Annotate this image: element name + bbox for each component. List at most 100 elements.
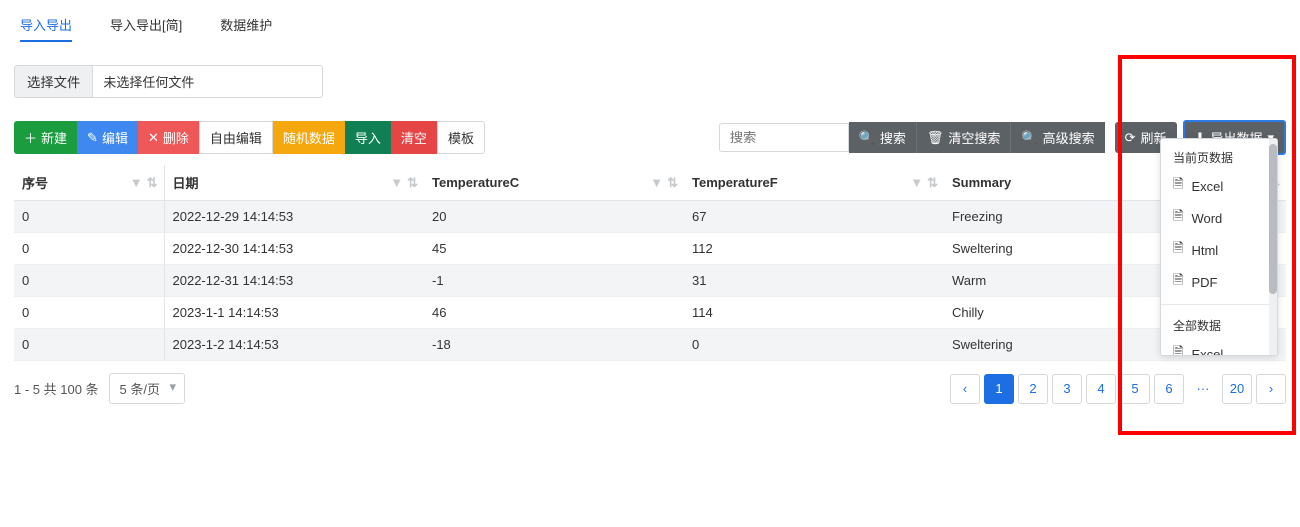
cell-seq: 0 xyxy=(14,201,164,233)
random-data-button[interactable]: 随机数据 xyxy=(273,121,345,154)
pager-page-last[interactable]: 20 xyxy=(1222,374,1252,404)
refresh-icon: ⟳ xyxy=(1125,130,1136,146)
clear-button[interactable]: 清空 xyxy=(391,121,437,154)
dd-label: Word xyxy=(1191,211,1222,226)
cell-tf: 67 xyxy=(684,201,944,233)
cell-seq: 0 xyxy=(14,297,164,329)
page-size-select[interactable]: 5 条/页 xyxy=(109,373,185,404)
file-name-display: 未选择任何文件 xyxy=(93,65,323,98)
file-icon: 🗎 xyxy=(1173,207,1183,229)
cell-tf: 112 xyxy=(684,233,944,265)
new-button[interactable]: ＋ 新建 xyxy=(14,121,77,154)
pager-next[interactable]: › xyxy=(1256,374,1286,404)
dd-label: Html xyxy=(1191,243,1218,258)
col-date-label: 日期 xyxy=(173,176,199,191)
filter-icon[interactable]: ▼ xyxy=(390,175,403,191)
cell-date: 2022-12-31 14:14:53 xyxy=(164,265,424,297)
pager-page[interactable]: 4 xyxy=(1086,374,1116,404)
cell-seq: 0 xyxy=(14,233,164,265)
cell-tf: 31 xyxy=(684,265,944,297)
advanced-search-label: 高级搜索 xyxy=(1043,128,1095,147)
edit-button-label: 编辑 xyxy=(102,128,128,147)
free-edit-button[interactable]: 自由编辑 xyxy=(199,121,273,154)
tab-import-export[interactable]: 导入导出 xyxy=(20,15,72,40)
filter-icon[interactable]: ▼ xyxy=(130,175,143,191)
export-current-word[interactable]: 🗎 Word xyxy=(1161,202,1277,234)
edit-button[interactable]: ✎ 编辑 xyxy=(77,121,138,154)
dd-label: Excel xyxy=(1191,179,1223,194)
col-tf[interactable]: TemperatureF ▼⇅ xyxy=(684,165,944,201)
table-row[interactable]: 0 2023-1-1 14:14:53 46 114 Chilly xyxy=(14,297,1286,329)
col-seq[interactable]: 序号 ▼⇅ xyxy=(14,165,164,201)
filter-icon[interactable]: ▼ xyxy=(650,175,663,191)
pager-page[interactable]: 2 xyxy=(1018,374,1048,404)
delete-button[interactable]: ✕ 删除 xyxy=(138,121,199,154)
tab-bar: 导入导出 导入导出[简] 数据维护 xyxy=(14,10,1286,51)
table-row[interactable]: 0 2022-12-29 14:14:53 20 67 Freezing xyxy=(14,201,1286,233)
dd-scroll-thumb[interactable] xyxy=(1269,144,1277,294)
delete-button-label: 删除 xyxy=(163,128,189,147)
cell-tc: 20 xyxy=(424,201,684,233)
pager-info: 1 - 5 共 100 条 xyxy=(14,379,99,398)
export-all-excel[interactable]: 🗎 Excel xyxy=(1161,338,1277,356)
col-tc-label: TemperatureC xyxy=(432,175,519,190)
cell-seq: 0 xyxy=(14,329,164,361)
plus-icon: ＋ xyxy=(24,128,37,147)
col-summary-label: Summary xyxy=(952,175,1011,190)
cell-tc: 45 xyxy=(424,233,684,265)
chevron-right-icon: › xyxy=(1269,381,1273,396)
pager-page[interactable]: 6 xyxy=(1154,374,1184,404)
tab-data-maintain[interactable]: 数据维护 xyxy=(220,15,272,40)
pager-page[interactable]: 1 xyxy=(984,374,1014,404)
trash-icon: 🗑 xyxy=(927,130,944,146)
cell-date: 2023-1-2 14:14:53 xyxy=(164,329,424,361)
col-tf-label: TemperatureF xyxy=(692,175,778,190)
choose-file-button[interactable]: 选择文件 xyxy=(14,65,93,98)
export-current-excel[interactable]: 🗎 Excel xyxy=(1161,170,1277,202)
cell-date: 2022-12-30 14:14:53 xyxy=(164,233,424,265)
advanced-search-button[interactable]: 🔍 高级搜索 xyxy=(1010,122,1104,153)
search-icon: 🔍 xyxy=(859,130,875,146)
col-tc[interactable]: TemperatureC ▼⇅ xyxy=(424,165,684,201)
pager-page[interactable]: 5 xyxy=(1120,374,1150,404)
dd-label: PDF xyxy=(1191,275,1217,290)
export-current-html[interactable]: 🗎 Html xyxy=(1161,234,1277,266)
file-chooser: 选择文件 未选择任何文件 xyxy=(14,65,1286,98)
tab-import-export-simple[interactable]: 导入导出[简] xyxy=(110,15,182,40)
cell-date: 2022-12-29 14:14:53 xyxy=(164,201,424,233)
cell-tc: -18 xyxy=(424,329,684,361)
dd-separator xyxy=(1161,304,1277,305)
template-button[interactable]: 模板 xyxy=(437,121,485,154)
filter-icon[interactable]: ▼ xyxy=(910,175,923,191)
col-date[interactable]: 日期 ▼⇅ xyxy=(164,165,424,201)
clear-search-button[interactable]: 🗑 清空搜索 xyxy=(916,122,1011,153)
file-icon: 🗎 xyxy=(1173,343,1183,356)
sort-icon[interactable]: ⇅ xyxy=(147,175,158,191)
export-dropdown: 当前页数据 🗎 Excel 🗎 Word 🗎 Html 🗎 PDF 全部数据 🗎 xyxy=(1160,138,1278,356)
pencil-icon: ✎ xyxy=(87,130,98,146)
import-button[interactable]: 导入 xyxy=(345,121,391,154)
cell-tf: 0 xyxy=(684,329,944,361)
cell-tf: 114 xyxy=(684,297,944,329)
export-current-pdf[interactable]: 🗎 PDF xyxy=(1161,266,1277,298)
new-button-label: 新建 xyxy=(41,128,67,147)
search-button[interactable]: 🔍 搜索 xyxy=(849,122,916,153)
file-icon: 🗎 xyxy=(1173,271,1183,293)
cell-tc: 46 xyxy=(424,297,684,329)
table-row[interactable]: 0 2022-12-31 14:14:53 -1 31 Warm xyxy=(14,265,1286,297)
table-row[interactable]: 0 2022-12-30 14:14:53 45 112 Sweltering xyxy=(14,233,1286,265)
data-table: 序号 ▼⇅ 日期 ▼⇅ TemperatureC ▼⇅ TemperatureF… xyxy=(14,165,1286,361)
dd-header-all: 全部数据 xyxy=(1161,311,1277,338)
file-icon: 🗎 xyxy=(1173,175,1183,197)
pager-ellipsis: ··· xyxy=(1188,374,1218,404)
sort-icon[interactable]: ⇅ xyxy=(407,175,418,191)
table-row[interactable]: 0 2023-1-2 14:14:53 -18 0 Sweltering xyxy=(14,329,1286,361)
sort-icon[interactable]: ⇅ xyxy=(667,175,678,191)
chevron-left-icon: ‹ xyxy=(963,381,967,396)
pager-page[interactable]: 3 xyxy=(1052,374,1082,404)
pager-prev[interactable]: ‹ xyxy=(950,374,980,404)
file-icon: 🗎 xyxy=(1173,239,1183,261)
search-input[interactable] xyxy=(719,123,849,152)
search-icon: 🔍 xyxy=(1021,130,1037,146)
sort-icon[interactable]: ⇅ xyxy=(927,175,938,191)
